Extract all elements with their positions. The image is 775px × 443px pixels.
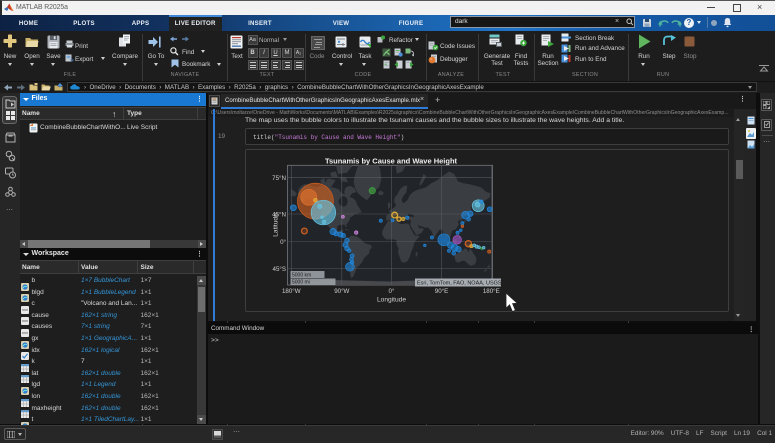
svg-text:90°E: 90°E bbox=[435, 288, 448, 295]
svg-text:90°W: 90°W bbox=[334, 288, 349, 295]
svg-text:0°: 0° bbox=[280, 239, 286, 246]
svg-text:5000 km: 5000 km bbox=[292, 273, 311, 279]
svg-text:75°N: 75°N bbox=[272, 175, 286, 182]
svg-text:180°W: 180°W bbox=[282, 288, 301, 295]
svg-text:Latitude: Latitude bbox=[273, 213, 280, 237]
svg-text:Tsunamis by Cause and Wave Hei: Tsunamis by Cause and Wave Height bbox=[325, 157, 458, 166]
svg-text:Longitude: Longitude bbox=[377, 297, 406, 304]
svg-text:45°S: 45°S bbox=[273, 266, 286, 273]
svg-text:0°: 0° bbox=[389, 288, 395, 295]
svg-text:5000 mi: 5000 mi bbox=[292, 280, 310, 286]
svg-text:180°E: 180°E bbox=[483, 288, 500, 295]
svg-text:Esri, TomTom, FAO, NOAA, USGS: Esri, TomTom, FAO, NOAA, USGS bbox=[417, 281, 502, 287]
